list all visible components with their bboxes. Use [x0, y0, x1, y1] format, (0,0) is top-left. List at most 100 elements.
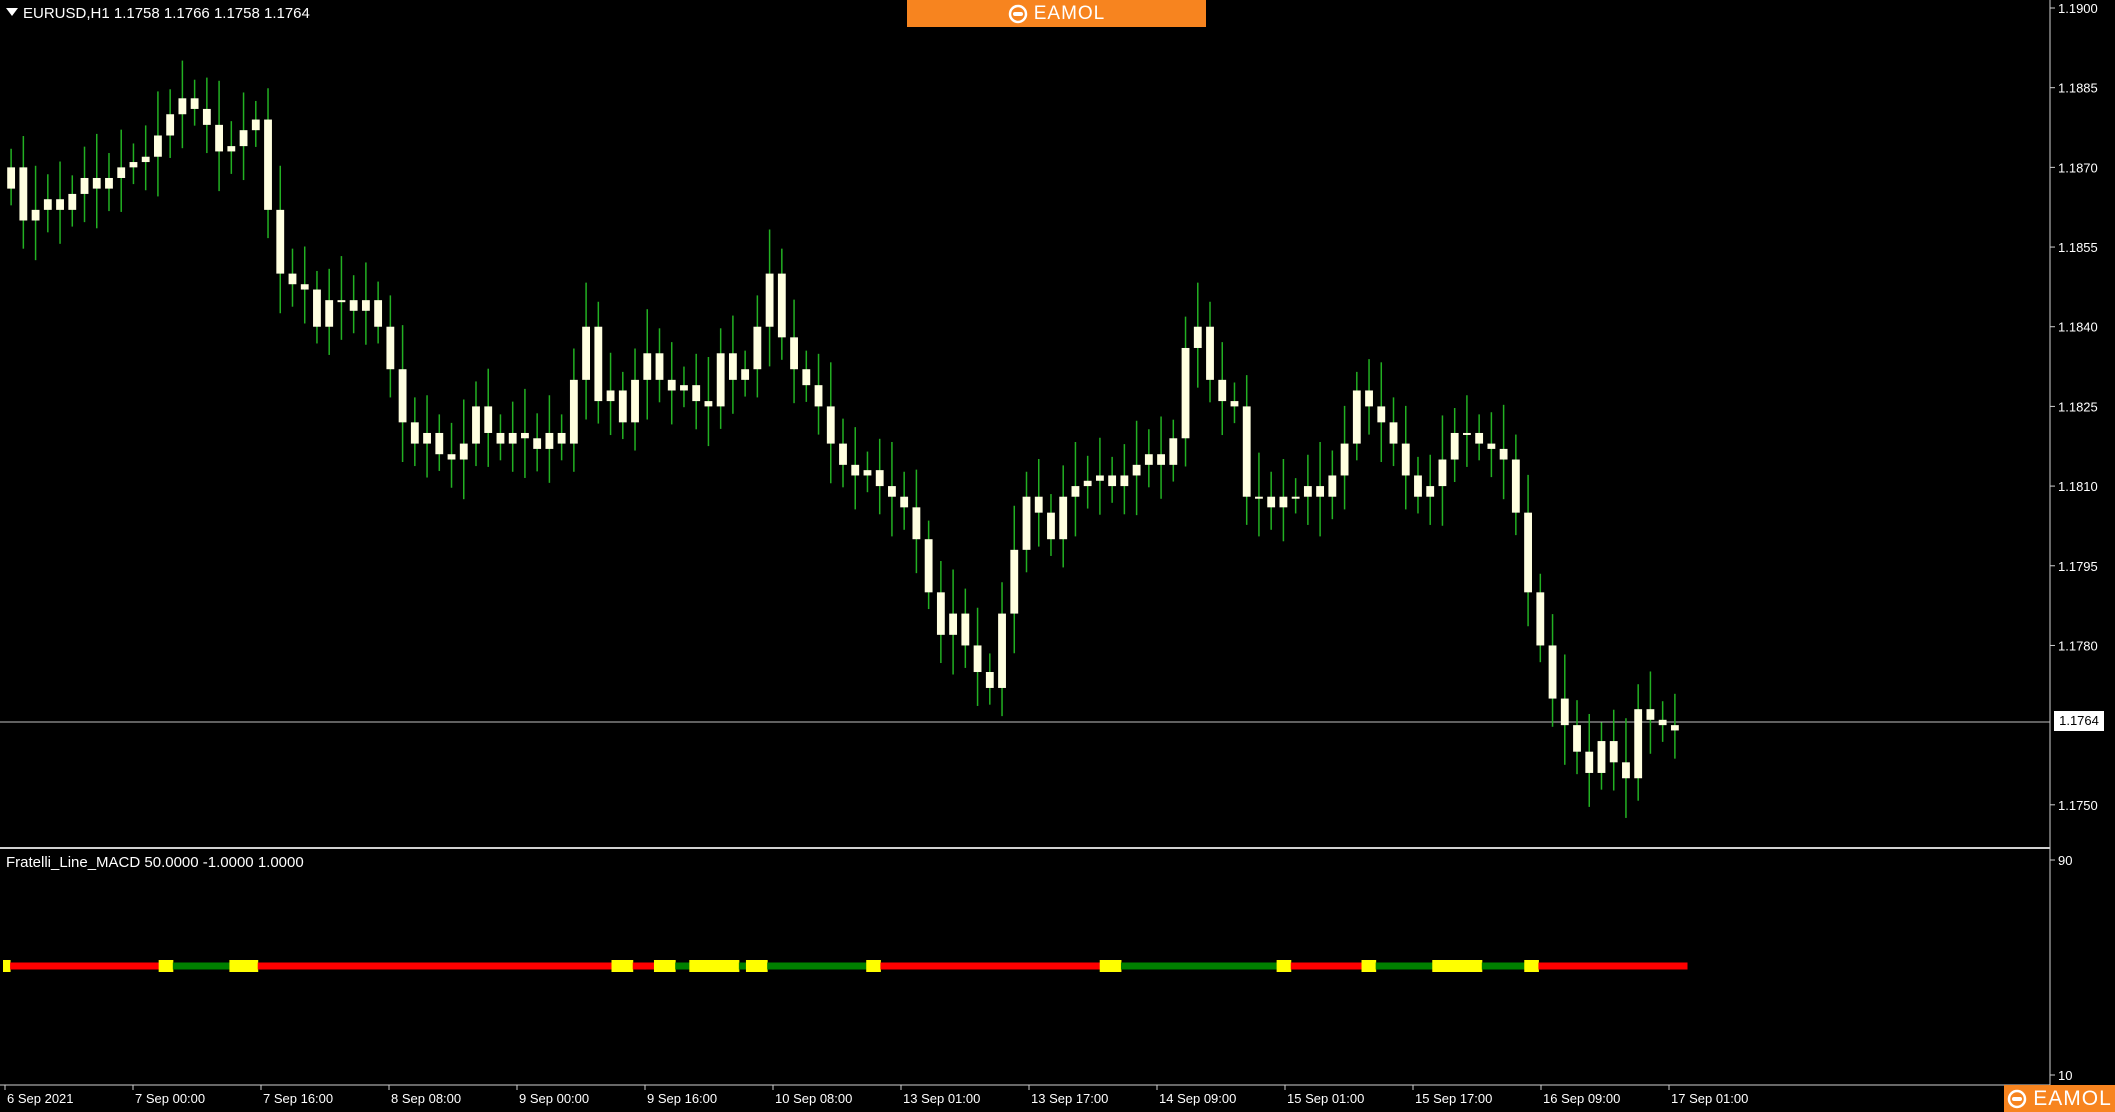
candle-body [1230, 401, 1239, 407]
candle-body [7, 167, 16, 189]
candle-body [1303, 486, 1312, 497]
time-tick-label: 7 Sep 00:00 [135, 1091, 205, 1106]
candlestick-series [7, 60, 1679, 818]
candle-body [961, 613, 970, 646]
candle [1475, 414, 1484, 461]
candle [1022, 471, 1031, 573]
candle [545, 395, 554, 483]
price-tick-label: 1.1780 [2058, 638, 2098, 653]
candle [1646, 671, 1655, 754]
candle [1365, 359, 1373, 435]
candle-body [239, 130, 248, 147]
candle-body [949, 613, 958, 635]
chart-canvas[interactable]: 1.1900 1.1885 1.1870 1.1855 1.1840 1.1825 1.18… [0, 0, 2115, 1112]
candle-body [631, 379, 639, 423]
candle [19, 136, 28, 249]
candle-body [826, 406, 835, 444]
candle [582, 282, 591, 420]
candle-body [1352, 390, 1361, 444]
candle [398, 325, 407, 463]
price-tick-label: 1.1810 [2058, 479, 2098, 494]
candle-body [276, 209, 285, 274]
candle [1450, 408, 1459, 482]
dropdown-triangle-icon[interactable] [6, 8, 18, 16]
candle [1047, 494, 1055, 556]
candle [728, 315, 737, 414]
indicator-segment-yellow [3, 960, 11, 972]
candle [202, 77, 211, 154]
candle-body [361, 300, 370, 311]
time-tick-label: 16 Sep 09:00 [1543, 1091, 1620, 1106]
candle-body [863, 470, 872, 476]
candle [1670, 693, 1679, 759]
candle [1462, 395, 1471, 467]
candle-body [900, 496, 909, 508]
candle [1438, 415, 1447, 526]
candle [949, 569, 958, 675]
indicator-segment-green [1481, 962, 1525, 970]
candle [1010, 505, 1019, 654]
candle-body [56, 199, 64, 210]
brand-banner[interactable]: EAMOL [907, 0, 1206, 27]
candle [1291, 478, 1300, 514]
indicator-segment-green [1375, 962, 1433, 970]
candle [716, 328, 725, 429]
candle [1255, 452, 1263, 537]
candle [1108, 456, 1117, 503]
candle-body [1218, 379, 1227, 402]
candle [569, 348, 578, 472]
candle [533, 413, 542, 472]
candle-body [508, 432, 517, 444]
candle-body [447, 454, 456, 460]
candle [888, 441, 896, 537]
candle [154, 91, 162, 197]
candle-body [728, 353, 737, 380]
candle-body [251, 119, 260, 131]
indicator-segment-green [675, 962, 690, 970]
candle-body [1181, 347, 1190, 439]
candle [1267, 471, 1276, 530]
candle-body [618, 390, 627, 423]
candle-body [1401, 443, 1410, 476]
candle [961, 588, 970, 668]
candle-body [1132, 464, 1141, 476]
candle-body [43, 199, 52, 210]
candle [349, 275, 358, 334]
candle-body [154, 135, 162, 157]
candle-body [1108, 475, 1117, 487]
candle-body [1450, 432, 1459, 460]
candle [631, 348, 639, 451]
time-tick-label: 15 Sep 17:00 [1415, 1091, 1492, 1106]
candle-body [1267, 496, 1276, 508]
price-tick-label: 1.1840 [2058, 320, 2098, 335]
candle [1499, 404, 1508, 500]
candle [912, 469, 921, 574]
candle [386, 295, 395, 398]
candle-body [386, 326, 395, 370]
mt4-chart-window[interactable]: 1.1900 1.1885 1.1870 1.1855 1.1840 1.1825 1.18… [0, 0, 2115, 1112]
time-tick-label: 8 Sep 08:00 [391, 1091, 461, 1106]
candle [765, 229, 774, 367]
candle [777, 248, 786, 360]
indicator-segment-red [10, 962, 160, 970]
candle [496, 414, 505, 461]
candle-body [1548, 645, 1557, 699]
candle [594, 301, 603, 424]
candle-body [1560, 698, 1569, 726]
price-tick-label: 1.1750 [2058, 798, 2098, 813]
candle [1071, 441, 1080, 537]
indicator-segment-red [1538, 962, 1688, 970]
candle-body [582, 326, 591, 380]
candle [1634, 684, 1643, 801]
candle [1206, 301, 1214, 403]
candle-body [667, 379, 676, 391]
symbol-info-text: EURUSD,H1 1.1758 1.1766 1.1758 1.1764 [23, 5, 310, 22]
candle [227, 121, 236, 174]
time-tick-label: 10 Sep 08:00 [775, 1091, 852, 1106]
candle [1193, 282, 1202, 388]
candle [1548, 614, 1557, 727]
candle-body [1206, 326, 1214, 380]
price-tick-label: 1.1885 [2058, 81, 2098, 96]
candle [1389, 397, 1398, 467]
candle [1487, 412, 1496, 478]
